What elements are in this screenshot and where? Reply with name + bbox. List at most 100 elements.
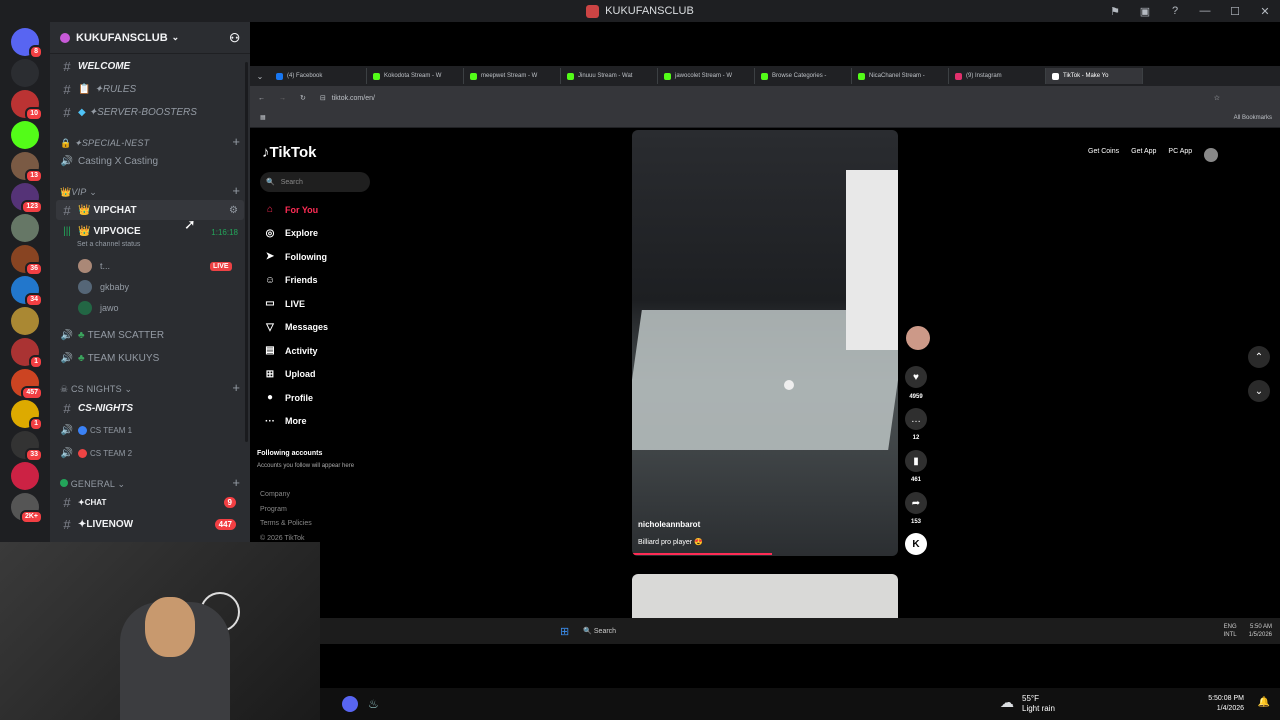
server-icon[interactable] [11, 59, 39, 87]
browser-tab[interactable]: jawocolet Stream - W [658, 68, 755, 84]
footer-link[interactable]: Terms & Policies [260, 520, 312, 527]
category-general[interactable]: GENERAL ⌄ [60, 479, 125, 490]
server-icon[interactable] [11, 462, 39, 490]
forward-icon[interactable]: → [279, 95, 286, 102]
nav-profile[interactable]: ● Profile [263, 392, 313, 403]
channel-rules[interactable]: # 📋 ✦RULES [56, 79, 244, 99]
creator-avatar[interactable] [906, 326, 930, 350]
server-icon[interactable]: 2K+ [11, 493, 43, 524]
get-app-button[interactable]: Get App [1131, 148, 1156, 162]
browser-tab[interactable]: Browse Categories - [755, 68, 852, 84]
music-disc-icon[interactable]: K [905, 533, 927, 555]
category-cs-nights[interactable]: ☠ CS NIGHTS ⌄ [60, 384, 132, 395]
footer-link[interactable]: Company [260, 491, 290, 498]
taskbar-search[interactable]: 🔍 Search [583, 627, 616, 635]
channel-cs-nights[interactable]: # CS-NIGHTS [56, 398, 244, 418]
help-icon[interactable]: ? [1160, 5, 1190, 17]
host-clock[interactable]: 5:50:08 PM 1/4/2026 [1208, 694, 1244, 714]
pc-app-button[interactable]: PC App [1168, 148, 1192, 162]
channel-team-scatter[interactable]: 🔊 ♣ TEAM SCATTER [56, 325, 244, 345]
nav-upload[interactable]: ⊞ Upload [263, 369, 316, 380]
server-icon[interactable]: 36 [11, 245, 43, 276]
browser-tab[interactable]: Kokodota Stream - W [367, 68, 464, 84]
apps-icon[interactable]: ▦ [260, 114, 266, 121]
video-player[interactable]: nicholeannbarot Billiard pro player 😍 [632, 130, 898, 556]
inbox-icon[interactable]: ▣ [1130, 5, 1160, 18]
server-icon[interactable]: 123 [11, 183, 43, 214]
video-progress[interactable] [632, 553, 772, 555]
avatar[interactable] [1204, 148, 1219, 162]
nav-activity[interactable]: ▤ Activity [263, 345, 317, 356]
inner-clock[interactable]: 5:50 AM 1/5/2026 [1249, 623, 1272, 639]
steam-taskbar-icon[interactable]: ♨ [368, 697, 379, 711]
reload-icon[interactable]: ↻ [300, 94, 306, 102]
minimize-button[interactable]: — [1190, 5, 1220, 17]
channel-boosters[interactable]: # ◆ ✦SERVER-BOOSTERS [56, 102, 244, 122]
bookmark-icon[interactable]: ▮ [905, 450, 927, 472]
footer-link[interactable]: © 2026 TikTok [260, 535, 304, 542]
tab-search-icon[interactable]: ⌄ [250, 72, 270, 81]
site-info-icon[interactable]: ⊟ [320, 94, 326, 102]
chevron-down-icon[interactable]: ⌄ [1248, 380, 1270, 402]
flag-icon[interactable]: ⚑ [1100, 5, 1130, 18]
server-icon[interactable] [11, 214, 39, 242]
nav-for-you[interactable]: ⌂ For You [263, 204, 318, 215]
add-channel-icon[interactable]: + [232, 475, 240, 490]
invite-icon[interactable]: ⚇ [229, 31, 240, 45]
video-author[interactable]: nicholeannbarot [638, 520, 700, 529]
comment-icon[interactable]: … [905, 408, 927, 430]
server-icon[interactable]: 1 [11, 338, 43, 369]
server-icon[interactable]: 457 [11, 369, 43, 400]
chevron-up-icon[interactable]: ⌃ [1248, 346, 1270, 368]
channel-vipvoice[interactable]: ||| 👑 VIPVOICE 1:16:18 [56, 223, 244, 253]
nav-more[interactable]: ··· More [263, 416, 307, 427]
share-icon[interactable]: ➦ [905, 492, 927, 514]
settings-icon[interactable]: ⚙ [229, 205, 238, 216]
channel-livenow[interactable]: # ✦LIVENOW 447 [56, 514, 244, 534]
close-button[interactable]: ✕ [1250, 5, 1280, 18]
add-channel-icon[interactable]: + [232, 183, 240, 198]
language-indicator[interactable]: ENG INTL [1224, 623, 1237, 639]
browser-tab[interactable]: Jinuuu Stream - Wat [561, 68, 658, 84]
server-icon[interactable] [11, 121, 39, 149]
nav-live[interactable]: ▭ LIVE [263, 298, 305, 309]
nav-friends[interactable]: ☺ Friends [263, 275, 318, 286]
channel-cs-team-2[interactable]: 🔊 CS TEAM 2 [56, 443, 244, 463]
tiktok-logo[interactable]: ♪TikTok [262, 144, 316, 161]
channel-cs-team-1[interactable]: 🔊 CS TEAM 1 [56, 420, 244, 440]
channel-chat[interactable]: # ✦CHAT 9 [56, 492, 244, 512]
channel-vipchat[interactable]: # 👑 VIPCHAT ⚙ [56, 200, 244, 220]
nav-explore[interactable]: ◎ Explore [263, 228, 318, 239]
nav-messages[interactable]: ▽ Messages [263, 322, 328, 333]
browser-tab[interactable]: meepwet Stream - W [464, 68, 561, 84]
next-video-preview[interactable] [632, 574, 898, 618]
browser-tab[interactable]: TikTok - Make Yo [1046, 68, 1143, 84]
url-field[interactable]: tiktok.com/en/ [332, 95, 375, 102]
voice-user[interactable]: jawo [78, 301, 119, 315]
notification-icon[interactable]: 🔔 [1258, 697, 1270, 708]
browser-tab[interactable]: (9) Instagram [949, 68, 1046, 84]
server-icon[interactable]: 8 [11, 28, 43, 59]
server-icon[interactable]: 33 [11, 431, 43, 462]
server-icon[interactable]: 1 [11, 400, 43, 431]
weather-widget[interactable]: 55°F Light rain [1022, 694, 1055, 714]
browser-tab[interactable]: (4) Facebook [270, 68, 367, 84]
server-icon[interactable]: 34 [11, 276, 43, 307]
server-header[interactable]: KUKUFANSCLUB ⌄ ⚇ [50, 22, 250, 54]
category-vip[interactable]: 👑VIP ⌄ [60, 187, 97, 198]
like-icon[interactable]: ♥ [905, 366, 927, 388]
all-bookmarks[interactable]: All Bookmarks [1234, 115, 1272, 121]
channel-status[interactable]: Set a channel status [77, 241, 140, 248]
discord-taskbar-icon[interactable] [342, 696, 358, 712]
search-input[interactable]: 🔍 Search [260, 172, 370, 192]
server-icon[interactable] [11, 307, 39, 335]
footer-link[interactable]: Program [260, 506, 287, 513]
maximize-button[interactable]: ☐ [1220, 5, 1250, 18]
get-coins-button[interactable]: Get Coins [1088, 148, 1119, 162]
nav-following[interactable]: ➤ Following [263, 251, 327, 262]
category-special-nest[interactable]: 🔒 ✦Special-Nest [60, 138, 149, 149]
channel-scrollbar[interactable] [245, 62, 248, 442]
channel-team-kukuys[interactable]: 🔊 ♣ TEAM KUKUYS [56, 348, 244, 368]
bookmark-star-icon[interactable]: ☆ [1214, 94, 1220, 102]
server-icon[interactable]: 10 [11, 90, 43, 121]
